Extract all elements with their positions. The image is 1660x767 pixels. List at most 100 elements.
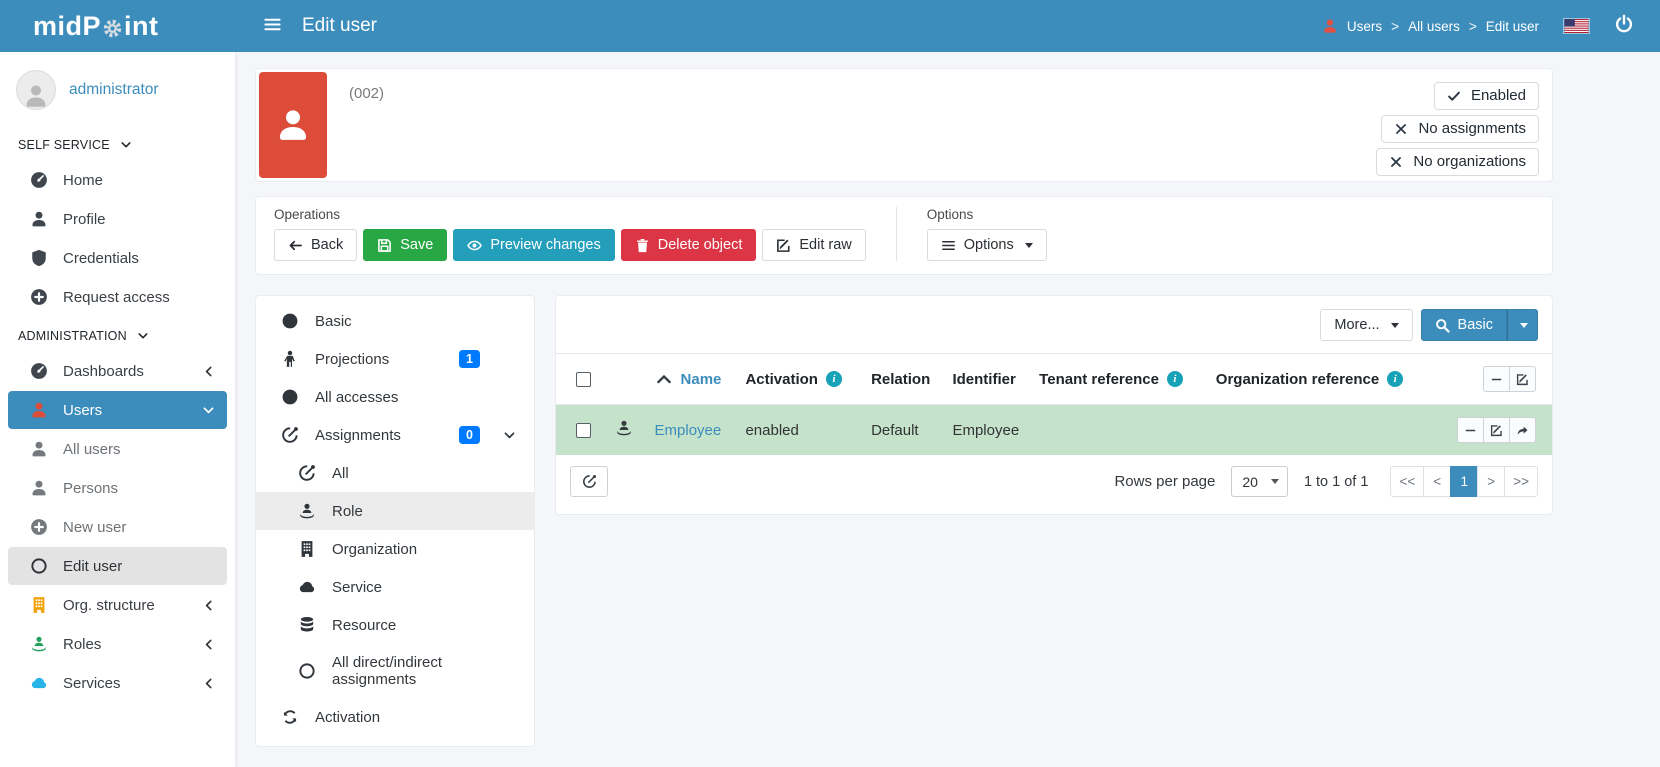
sidebar-username-link[interactable]: administrator (69, 81, 159, 99)
preview-changes-button[interactable]: Preview changes (453, 229, 614, 261)
menu-item-projections[interactable]: Projections 1 (256, 340, 534, 378)
page-title: Edit user (302, 15, 377, 37)
sidebar-item-new-user[interactable]: New user (8, 508, 227, 546)
sidebar-toggle-button[interactable] (263, 15, 282, 38)
row-tenant-reference (1029, 405, 1206, 456)
collapse-all-button[interactable] (1483, 366, 1510, 392)
column-header-name: Name (681, 371, 722, 388)
user-icon (30, 401, 48, 419)
sidebar-item-persons[interactable]: Persons (8, 469, 227, 507)
button-label: Back (311, 237, 343, 253)
menu-item-assignments-resource[interactable]: Resource (256, 606, 534, 644)
menu-item-assignments-role[interactable]: Role (256, 492, 534, 530)
table-header-row: Name Activation Relation Identifier (556, 354, 1552, 405)
hamburger-icon (263, 15, 282, 34)
object-summary-panel: (002) Enabled No assignments No organiza… (255, 68, 1553, 182)
edit-columns-button[interactable] (1509, 366, 1536, 392)
sidebar-item-label: Services (63, 675, 187, 692)
save-button[interactable]: Save (363, 229, 447, 261)
sidebar-item-dashboards[interactable]: Dashboards (8, 352, 227, 390)
back-button[interactable]: Back (274, 229, 357, 261)
plus-circle-icon (30, 518, 48, 536)
options-dropdown-button[interactable]: Options (927, 229, 1047, 261)
previous-page-button[interactable]: < (1423, 466, 1451, 497)
section-label: ADMINISTRATION (18, 329, 127, 343)
menu-item-assignments[interactable]: Assignments 0 (256, 416, 534, 454)
menu-item-activation[interactable]: Activation (256, 698, 534, 736)
menu-item-label: Resource (332, 617, 516, 634)
user-icon (23, 83, 49, 109)
column-header-relation: Relation (861, 354, 942, 405)
caret-down-icon (1025, 243, 1033, 248)
assignment-icon (582, 474, 597, 489)
new-assignment-button[interactable] (570, 466, 608, 497)
sidebar-item-profile[interactable]: Profile (8, 200, 227, 238)
logout-button[interactable] (1614, 14, 1634, 38)
sidebar-item-services[interactable]: Services (8, 664, 227, 702)
edit-raw-button[interactable]: Edit raw (762, 229, 865, 261)
sidebar-section-administration[interactable]: ADMINISTRATION (0, 317, 235, 351)
gauge-icon (30, 171, 48, 189)
sort-by-name-header[interactable]: Name (655, 370, 726, 388)
sidebar-item-all-users[interactable]: All users (8, 430, 227, 468)
sidebar-item-users[interactable]: Users (8, 391, 227, 429)
sidebar-item-label: Dashboards (63, 363, 187, 380)
sidebar-section-self-service[interactable]: SELF SERVICE (0, 126, 235, 160)
operations-group-label: Operations (274, 207, 866, 222)
x-icon (1389, 155, 1403, 169)
last-page-button[interactable]: >> (1504, 466, 1538, 497)
menu-item-all-accesses[interactable]: All accesses (256, 378, 534, 416)
sidebar-item-label: Org. structure (63, 597, 187, 614)
sidebar-item-roles[interactable]: Roles (8, 625, 227, 663)
breadcrumb-users[interactable]: Users (1347, 19, 1382, 34)
sidebar-item-org-structure[interactable]: Org. structure (8, 586, 227, 624)
row-share-button[interactable] (1509, 417, 1536, 443)
search-mode-caret-button[interactable] (1507, 309, 1538, 341)
page-size-select[interactable]: 20 (1231, 466, 1288, 497)
brand-logo[interactable]: midP int (0, 11, 235, 42)
object-details-menu: Basic Projections 1 All accesses Assignm… (255, 295, 535, 747)
row-edit-button[interactable] (1483, 417, 1510, 443)
info-icon[interactable] (1167, 371, 1183, 387)
breadcrumb-edit-user: Edit user (1486, 19, 1539, 34)
menu-item-assignments-all[interactable]: All (256, 454, 534, 492)
menu-item-assignments-service[interactable]: Service (256, 568, 534, 606)
role-icon (298, 502, 316, 520)
more-filters-button[interactable]: More... (1320, 309, 1412, 341)
select-all-checkbox[interactable] (576, 372, 591, 387)
row-collapse-button[interactable] (1457, 417, 1484, 443)
menu-item-basic[interactable]: Basic (256, 302, 534, 340)
sidebar-item-label: All users (63, 441, 215, 458)
gear-icon (102, 18, 123, 39)
status-badge-no-organizations: No organizations (1376, 148, 1539, 176)
search-mode-split-button: Basic (1421, 309, 1538, 341)
row-identifier: Employee (942, 405, 1029, 456)
row-checkbox[interactable] (576, 423, 591, 438)
object-identifier: (002) (349, 85, 384, 181)
avatar (16, 70, 56, 110)
locale-flag-us[interactable] (1563, 18, 1590, 34)
status-badge-enabled: Enabled (1434, 82, 1539, 110)
delete-object-button[interactable]: Delete object (621, 229, 757, 261)
vertical-divider (896, 207, 897, 261)
info-icon[interactable] (1387, 371, 1403, 387)
breadcrumb: Users > All users > Edit user (1322, 18, 1539, 34)
circle-outline-icon (30, 557, 48, 575)
sidebar-item-request-access[interactable]: Request access (8, 278, 227, 316)
sidebar-item-home[interactable]: Home (8, 161, 227, 199)
menu-item-all-direct-indirect[interactable]: All direct/indirect assignments (256, 644, 534, 698)
brand-text-pre: midP (33, 11, 101, 42)
sidebar-item-credentials[interactable]: Credentials (8, 239, 227, 277)
breadcrumb-all-users[interactable]: All users (1408, 19, 1460, 34)
row-relation: Default (861, 405, 942, 456)
menu-item-assignments-organization[interactable]: Organization (256, 530, 534, 568)
caret-down-icon (1520, 323, 1528, 328)
page-1-button[interactable]: 1 (1450, 466, 1478, 497)
row-name-link[interactable]: Employee (655, 422, 722, 439)
info-icon[interactable] (826, 371, 842, 387)
pagination: << < 1 > >> (1390, 466, 1538, 497)
first-page-button[interactable]: << (1390, 466, 1424, 497)
next-page-button[interactable]: > (1477, 466, 1505, 497)
sidebar-item-edit-user[interactable]: Edit user (8, 547, 227, 585)
basic-search-button[interactable]: Basic (1421, 309, 1507, 341)
